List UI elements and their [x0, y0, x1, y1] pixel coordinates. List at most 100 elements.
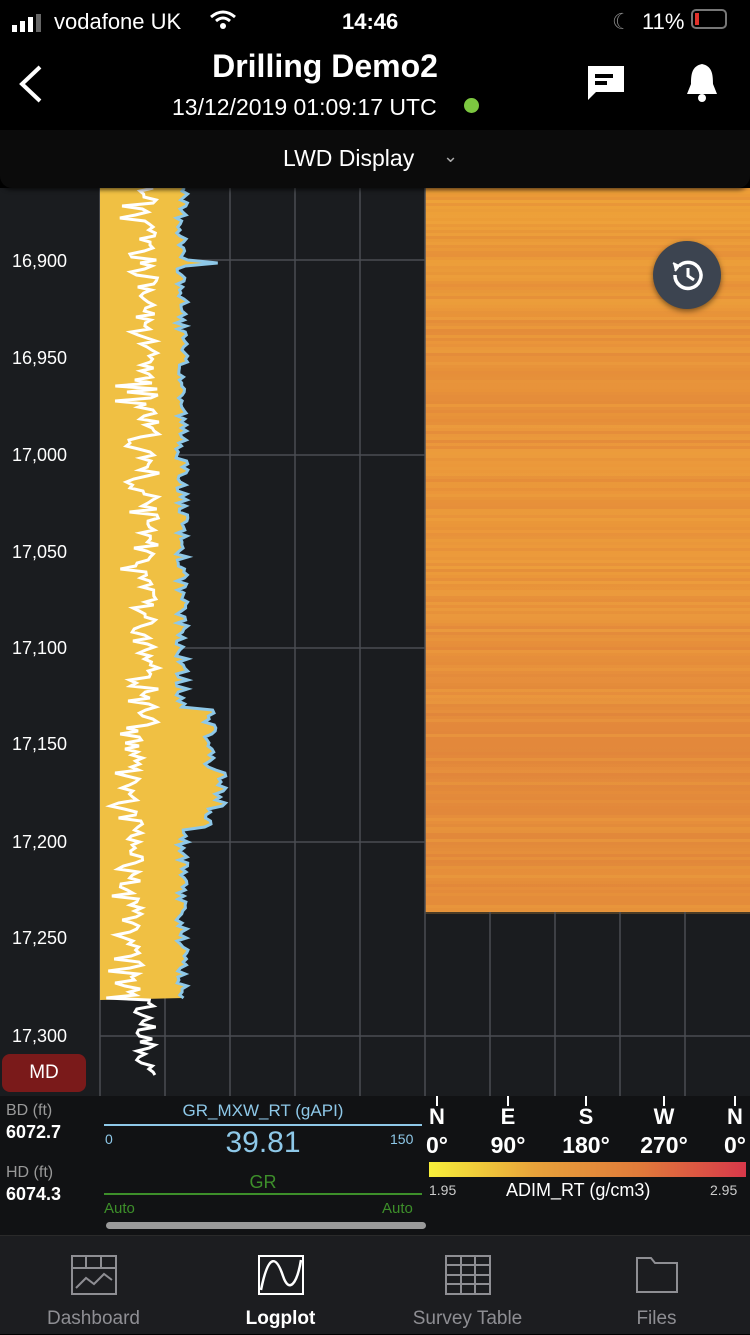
tab-bar: Dashboard Logplot Survey Table Files — [0, 1235, 750, 1334]
horizontal-scrollbar[interactable] — [106, 1222, 426, 1229]
image-stripe — [425, 671, 750, 674]
bd-label: BD (ft) — [6, 1102, 53, 1119]
image-stripe — [425, 392, 750, 395]
image-stripe — [425, 908, 750, 911]
curve2-max: Auto — [382, 1200, 413, 1217]
dashboard-icon — [70, 1255, 117, 1295]
curve2-min: Auto — [104, 1200, 135, 1217]
curve1-value: 39.81 — [225, 1126, 301, 1159]
scale-max: 2.95 — [710, 1182, 738, 1198]
nav-header: Drilling Demo2 13/12/2019 01:09:17 UTC — [0, 40, 750, 130]
image-stripe — [425, 536, 750, 539]
image-stripe — [425, 344, 750, 347]
image-stripe — [425, 596, 750, 599]
tab-dashboard[interactable]: Dashboard — [0, 1236, 187, 1335]
tab-survey-table[interactable]: Survey Table — [374, 1236, 561, 1335]
tab-files[interactable]: Files — [563, 1236, 750, 1335]
image-stripe — [425, 323, 750, 326]
image-stripe — [425, 458, 750, 461]
scale-min: 1.95 — [429, 1182, 457, 1198]
image-stripe — [425, 698, 750, 701]
image-stripe — [425, 332, 750, 335]
image-stripe — [425, 674, 750, 677]
image-stripe — [425, 311, 750, 314]
image-stripe — [425, 899, 750, 902]
image-stripe — [425, 869, 750, 872]
image-stripe — [425, 440, 750, 443]
image-stripe — [425, 566, 750, 569]
image-stripe — [425, 326, 750, 329]
compass-deg: 0° — [426, 1132, 448, 1158]
tab-label: Survey Table — [412, 1308, 523, 1329]
image-stripe — [425, 335, 750, 338]
image-stripe — [425, 410, 750, 413]
chat-icon[interactable] — [586, 64, 626, 107]
md-mode-button[interactable]: MD — [2, 1054, 86, 1092]
image-stripe — [425, 461, 750, 464]
image-stripe — [425, 809, 750, 812]
image-stripe — [425, 437, 750, 440]
image-stripe — [425, 314, 750, 317]
log-plot[interactable]: 16,900 16,950 17,000 17,050 17,100 17,15… — [0, 188, 750, 1096]
image-stripe — [425, 797, 750, 800]
image-stripe — [425, 788, 750, 791]
tab-label: Files — [636, 1308, 677, 1329]
image-stripe — [425, 476, 750, 479]
image-stripe — [425, 881, 750, 884]
color-scale-bar — [429, 1162, 746, 1177]
image-stripe — [425, 560, 750, 563]
gr-curve-blue — [171, 188, 229, 1000]
depth-label: 17,200 — [12, 832, 68, 852]
image-stripe — [425, 221, 750, 224]
image-stripe — [425, 206, 750, 209]
image-stripe — [425, 197, 750, 200]
image-stripe — [425, 545, 750, 548]
image-stripe — [425, 419, 750, 422]
folder-icon — [635, 1257, 678, 1293]
page-title: Drilling Demo2 — [212, 48, 438, 84]
image-stripe — [425, 494, 750, 497]
image-stripe — [425, 224, 750, 227]
image-stripe — [425, 659, 750, 662]
depth-label: 17,300 — [12, 1026, 68, 1046]
image-stripe — [425, 611, 750, 614]
image-stripe — [425, 230, 750, 233]
image-stripe — [425, 518, 750, 521]
image-stripe — [425, 587, 750, 590]
image-stripe — [425, 635, 750, 638]
image-stripe — [425, 488, 750, 491]
image-stripe — [425, 773, 750, 776]
image-stripe — [425, 638, 750, 641]
curve-info-panel: BD (ft) 6072.7 HD (ft) 6074.3 GR_MXW_RT … — [0, 1096, 750, 1235]
image-stripe — [425, 593, 750, 596]
image-stripe — [425, 827, 750, 830]
depth-label: 17,250 — [12, 928, 68, 948]
image-stripe — [425, 725, 750, 728]
display-selector[interactable]: LWD Display ⌄ — [0, 130, 750, 188]
tab-logplot[interactable]: Logplot — [187, 1236, 374, 1335]
image-stripe — [425, 695, 750, 698]
image-stripe — [425, 689, 750, 692]
hd-label: HD (ft) — [6, 1164, 54, 1181]
image-stripe — [425, 782, 750, 785]
image-stripe — [425, 320, 750, 323]
image-stripe — [425, 200, 750, 203]
history-button[interactable] — [653, 241, 721, 309]
bell-icon[interactable] — [684, 62, 720, 109]
image-stripe — [425, 653, 750, 656]
compass-dir: W — [653, 1104, 675, 1129]
image-stripe — [425, 761, 750, 764]
signal-icon — [12, 12, 44, 38]
image-stripe — [425, 215, 750, 218]
display-selector-label: LWD Display — [283, 145, 415, 171]
moon-icon: ☾ — [612, 9, 632, 34]
image-stripe — [425, 650, 750, 653]
image-stripe — [425, 350, 750, 353]
log-plot-canvas[interactable] — [0, 188, 750, 1096]
image-stripe — [425, 449, 750, 452]
image-stripe — [425, 374, 750, 377]
compass-dir: N — [727, 1104, 743, 1129]
battery-icon — [691, 9, 727, 29]
image-stripe — [425, 764, 750, 767]
image-stripe — [425, 443, 750, 446]
